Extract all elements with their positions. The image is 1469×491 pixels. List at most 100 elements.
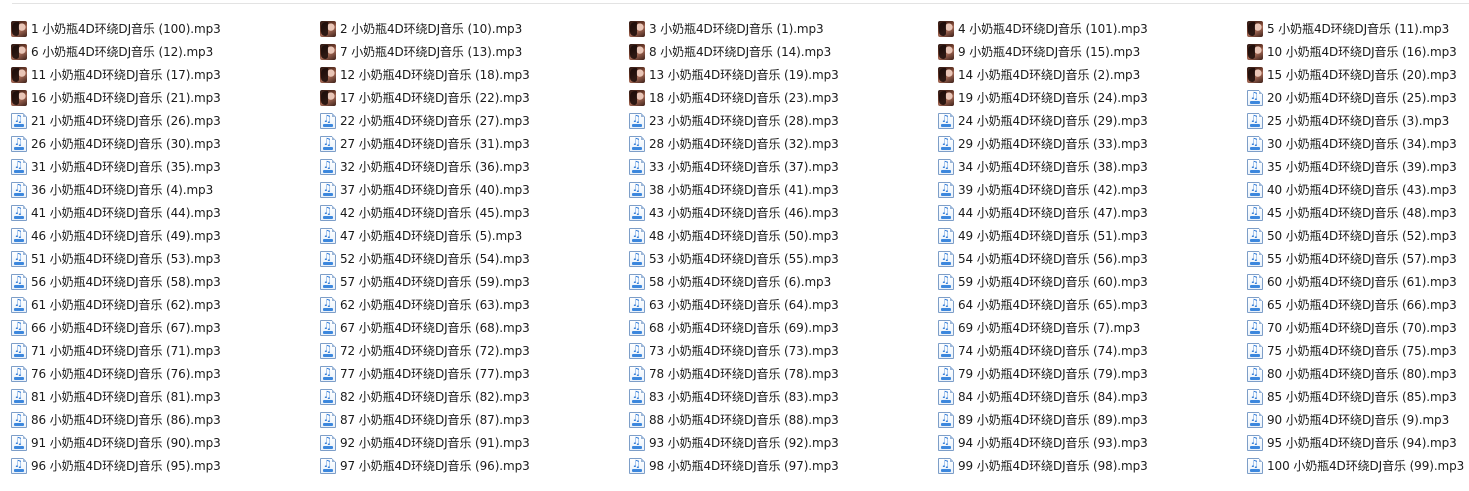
file-item[interactable]: ♫ 47 小奶瓶4D环绕DJ音乐 (5).mp3 <box>320 224 629 247</box>
file-item[interactable]: ♫ 98 小奶瓶4D环绕DJ音乐 (97).mp3 <box>629 454 938 477</box>
file-item[interactable]: ♫ 50 小奶瓶4D环绕DJ音乐 (52).mp3 <box>1247 224 1469 247</box>
file-item[interactable]: 12 小奶瓶4D环绕DJ音乐 (18).mp3 <box>320 63 629 86</box>
file-item[interactable]: ♫ 26 小奶瓶4D环绕DJ音乐 (30).mp3 <box>11 132 320 155</box>
file-item[interactable]: ♫ 76 小奶瓶4D环绕DJ音乐 (76).mp3 <box>11 362 320 385</box>
file-item[interactable]: ♫ 85 小奶瓶4D环绕DJ音乐 (85).mp3 <box>1247 385 1469 408</box>
file-item[interactable]: ♫ 56 小奶瓶4D环绕DJ音乐 (58).mp3 <box>11 270 320 293</box>
file-item[interactable]: 3 小奶瓶4D环绕DJ音乐 (1).mp3 <box>629 17 938 40</box>
file-item[interactable]: ♫ 72 小奶瓶4D环绕DJ音乐 (72).mp3 <box>320 339 629 362</box>
file-item[interactable]: ♫ 34 小奶瓶4D环绕DJ音乐 (38).mp3 <box>938 155 1247 178</box>
file-item[interactable]: ♫ 46 小奶瓶4D环绕DJ音乐 (49).mp3 <box>11 224 320 247</box>
file-item[interactable]: ♫ 20 小奶瓶4D环绕DJ音乐 (25).mp3 <box>1247 86 1469 109</box>
file-item[interactable]: 17 小奶瓶4D环绕DJ音乐 (22).mp3 <box>320 86 629 109</box>
file-item[interactable]: ♫ 55 小奶瓶4D环绕DJ音乐 (57).mp3 <box>1247 247 1469 270</box>
file-item[interactable]: ♫ 82 小奶瓶4D环绕DJ音乐 (82).mp3 <box>320 385 629 408</box>
file-item[interactable]: 14 小奶瓶4D环绕DJ音乐 (2).mp3 <box>938 63 1247 86</box>
file-item[interactable]: ♫ 63 小奶瓶4D环绕DJ音乐 (64).mp3 <box>629 293 938 316</box>
file-item[interactable]: ♫ 92 小奶瓶4D环绕DJ音乐 (91).mp3 <box>320 431 629 454</box>
file-item[interactable]: ♫ 58 小奶瓶4D环绕DJ音乐 (6).mp3 <box>629 270 938 293</box>
file-item[interactable]: ♫ 61 小奶瓶4D环绕DJ音乐 (62).mp3 <box>11 293 320 316</box>
file-item[interactable]: 1 小奶瓶4D环绕DJ音乐 (100).mp3 <box>11 17 320 40</box>
file-item[interactable]: ♫ 48 小奶瓶4D环绕DJ音乐 (50).mp3 <box>629 224 938 247</box>
file-item[interactable]: ♫ 74 小奶瓶4D环绕DJ音乐 (74).mp3 <box>938 339 1247 362</box>
file-item[interactable]: ♫ 79 小奶瓶4D环绕DJ音乐 (79).mp3 <box>938 362 1247 385</box>
file-item[interactable]: ♫ 24 小奶瓶4D环绕DJ音乐 (29).mp3 <box>938 109 1247 132</box>
file-item[interactable]: ♫ 53 小奶瓶4D环绕DJ音乐 (55).mp3 <box>629 247 938 270</box>
file-item[interactable]: ♫ 52 小奶瓶4D环绕DJ音乐 (54).mp3 <box>320 247 629 270</box>
file-item[interactable]: ♫ 83 小奶瓶4D环绕DJ音乐 (83).mp3 <box>629 385 938 408</box>
file-item[interactable]: ♫ 35 小奶瓶4D环绕DJ音乐 (39).mp3 <box>1247 155 1469 178</box>
file-item[interactable]: ♫ 66 小奶瓶4D环绕DJ音乐 (67).mp3 <box>11 316 320 339</box>
file-item[interactable]: ♫ 49 小奶瓶4D环绕DJ音乐 (51).mp3 <box>938 224 1247 247</box>
file-item[interactable]: ♫ 45 小奶瓶4D环绕DJ音乐 (48).mp3 <box>1247 201 1469 224</box>
file-item[interactable]: ♫ 57 小奶瓶4D环绕DJ音乐 (59).mp3 <box>320 270 629 293</box>
file-item[interactable]: ♫ 32 小奶瓶4D环绕DJ音乐 (36).mp3 <box>320 155 629 178</box>
file-item[interactable]: 8 小奶瓶4D环绕DJ音乐 (14).mp3 <box>629 40 938 63</box>
file-item[interactable]: ♫ 25 小奶瓶4D环绕DJ音乐 (3).mp3 <box>1247 109 1469 132</box>
file-item[interactable]: ♫ 95 小奶瓶4D环绕DJ音乐 (94).mp3 <box>1247 431 1469 454</box>
file-item[interactable]: 6 小奶瓶4D环绕DJ音乐 (12).mp3 <box>11 40 320 63</box>
file-item[interactable]: ♫ 68 小奶瓶4D环绕DJ音乐 (69).mp3 <box>629 316 938 339</box>
file-item[interactable]: ♫ 59 小奶瓶4D环绕DJ音乐 (60).mp3 <box>938 270 1247 293</box>
file-item[interactable]: ♫ 93 小奶瓶4D环绕DJ音乐 (92).mp3 <box>629 431 938 454</box>
file-item[interactable]: ♫ 51 小奶瓶4D环绕DJ音乐 (53).mp3 <box>11 247 320 270</box>
file-item[interactable]: ♫ 78 小奶瓶4D环绕DJ音乐 (78).mp3 <box>629 362 938 385</box>
file-item[interactable]: ♫ 44 小奶瓶4D环绕DJ音乐 (47).mp3 <box>938 201 1247 224</box>
file-item[interactable]: ♫ 75 小奶瓶4D环绕DJ音乐 (75).mp3 <box>1247 339 1469 362</box>
file-item[interactable]: ♫ 29 小奶瓶4D环绕DJ音乐 (33).mp3 <box>938 132 1247 155</box>
file-item[interactable]: 19 小奶瓶4D环绕DJ音乐 (24).mp3 <box>938 86 1247 109</box>
file-item[interactable]: ♫ 71 小奶瓶4D环绕DJ音乐 (71).mp3 <box>11 339 320 362</box>
file-item[interactable]: 4 小奶瓶4D环绕DJ音乐 (101).mp3 <box>938 17 1247 40</box>
file-item[interactable]: ♫ 28 小奶瓶4D环绕DJ音乐 (32).mp3 <box>629 132 938 155</box>
file-item[interactable]: 9 小奶瓶4D环绕DJ音乐 (15).mp3 <box>938 40 1247 63</box>
file-item[interactable]: 5 小奶瓶4D环绕DJ音乐 (11).mp3 <box>1247 17 1469 40</box>
file-item[interactable]: ♫ 87 小奶瓶4D环绕DJ音乐 (87).mp3 <box>320 408 629 431</box>
file-item[interactable]: ♫ 80 小奶瓶4D环绕DJ音乐 (80).mp3 <box>1247 362 1469 385</box>
file-item[interactable]: 11 小奶瓶4D环绕DJ音乐 (17).mp3 <box>11 63 320 86</box>
file-item[interactable]: ♫ 88 小奶瓶4D环绕DJ音乐 (88).mp3 <box>629 408 938 431</box>
file-item[interactable]: ♫ 84 小奶瓶4D环绕DJ音乐 (84).mp3 <box>938 385 1247 408</box>
file-item[interactable]: ♫ 81 小奶瓶4D环绕DJ音乐 (81).mp3 <box>11 385 320 408</box>
file-item[interactable]: ♫ 77 小奶瓶4D环绕DJ音乐 (77).mp3 <box>320 362 629 385</box>
file-item[interactable]: ♫ 97 小奶瓶4D环绕DJ音乐 (96).mp3 <box>320 454 629 477</box>
file-item[interactable]: ♫ 22 小奶瓶4D环绕DJ音乐 (27).mp3 <box>320 109 629 132</box>
file-item[interactable]: 13 小奶瓶4D环绕DJ音乐 (19).mp3 <box>629 63 938 86</box>
file-item[interactable]: ♫ 39 小奶瓶4D环绕DJ音乐 (42).mp3 <box>938 178 1247 201</box>
file-item[interactable]: ♫ 73 小奶瓶4D环绕DJ音乐 (73).mp3 <box>629 339 938 362</box>
file-item[interactable]: ♫ 65 小奶瓶4D环绕DJ音乐 (66).mp3 <box>1247 293 1469 316</box>
file-item[interactable]: ♫ 40 小奶瓶4D环绕DJ音乐 (43).mp3 <box>1247 178 1469 201</box>
file-item[interactable]: 2 小奶瓶4D环绕DJ音乐 (10).mp3 <box>320 17 629 40</box>
file-item[interactable]: ♫ 89 小奶瓶4D环绕DJ音乐 (89).mp3 <box>938 408 1247 431</box>
file-item[interactable]: ♫ 94 小奶瓶4D环绕DJ音乐 (93).mp3 <box>938 431 1247 454</box>
file-item[interactable]: ♫ 30 小奶瓶4D环绕DJ音乐 (34).mp3 <box>1247 132 1469 155</box>
file-item[interactable]: ♫ 21 小奶瓶4D环绕DJ音乐 (26).mp3 <box>11 109 320 132</box>
file-item[interactable]: ♫ 69 小奶瓶4D环绕DJ音乐 (7).mp3 <box>938 316 1247 339</box>
file-item[interactable]: ♫ 96 小奶瓶4D环绕DJ音乐 (95).mp3 <box>11 454 320 477</box>
file-item[interactable]: 7 小奶瓶4D环绕DJ音乐 (13).mp3 <box>320 40 629 63</box>
file-item[interactable]: ♫ 27 小奶瓶4D环绕DJ音乐 (31).mp3 <box>320 132 629 155</box>
file-item[interactable]: ♫ 33 小奶瓶4D环绕DJ音乐 (37).mp3 <box>629 155 938 178</box>
file-item[interactable]: ♫ 64 小奶瓶4D环绕DJ音乐 (65).mp3 <box>938 293 1247 316</box>
file-item[interactable]: ♫ 90 小奶瓶4D环绕DJ音乐 (9).mp3 <box>1247 408 1469 431</box>
file-item[interactable]: 15 小奶瓶4D环绕DJ音乐 (20).mp3 <box>1247 63 1469 86</box>
file-item[interactable]: ♫ 70 小奶瓶4D环绕DJ音乐 (70).mp3 <box>1247 316 1469 339</box>
file-item[interactable]: ♫ 43 小奶瓶4D环绕DJ音乐 (46).mp3 <box>629 201 938 224</box>
file-item[interactable]: ♫ 99 小奶瓶4D环绕DJ音乐 (98).mp3 <box>938 454 1247 477</box>
file-item[interactable]: ♫ 36 小奶瓶4D环绕DJ音乐 (4).mp3 <box>11 178 320 201</box>
file-item[interactable]: ♫ 38 小奶瓶4D环绕DJ音乐 (41).mp3 <box>629 178 938 201</box>
file-item[interactable]: ♫ 37 小奶瓶4D环绕DJ音乐 (40).mp3 <box>320 178 629 201</box>
file-item[interactable]: ♫ 67 小奶瓶4D环绕DJ音乐 (68).mp3 <box>320 316 629 339</box>
file-item[interactable]: ♫ 41 小奶瓶4D环绕DJ音乐 (44).mp3 <box>11 201 320 224</box>
file-item[interactable]: ♫ 23 小奶瓶4D环绕DJ音乐 (28).mp3 <box>629 109 938 132</box>
file-item[interactable]: ♫ 62 小奶瓶4D环绕DJ音乐 (63).mp3 <box>320 293 629 316</box>
file-item[interactable]: ♫ 60 小奶瓶4D环绕DJ音乐 (61).mp3 <box>1247 270 1469 293</box>
file-item[interactable]: ♫ 86 小奶瓶4D环绕DJ音乐 (86).mp3 <box>11 408 320 431</box>
file-item[interactable]: ♫ 42 小奶瓶4D环绕DJ音乐 (45).mp3 <box>320 201 629 224</box>
file-item[interactable]: ♫ 54 小奶瓶4D环绕DJ音乐 (56).mp3 <box>938 247 1247 270</box>
file-item[interactable]: ♫ 100 小奶瓶4D环绕DJ音乐 (99).mp3 <box>1247 454 1469 477</box>
file-item[interactable]: 18 小奶瓶4D环绕DJ音乐 (23).mp3 <box>629 86 938 109</box>
file-item[interactable]: ♫ 31 小奶瓶4D环绕DJ音乐 (35).mp3 <box>11 155 320 178</box>
file-item[interactable]: ♫ 91 小奶瓶4D环绕DJ音乐 (90).mp3 <box>11 431 320 454</box>
file-item[interactable]: 10 小奶瓶4D环绕DJ音乐 (16).mp3 <box>1247 40 1469 63</box>
file-item[interactable]: 16 小奶瓶4D环绕DJ音乐 (21).mp3 <box>11 86 320 109</box>
